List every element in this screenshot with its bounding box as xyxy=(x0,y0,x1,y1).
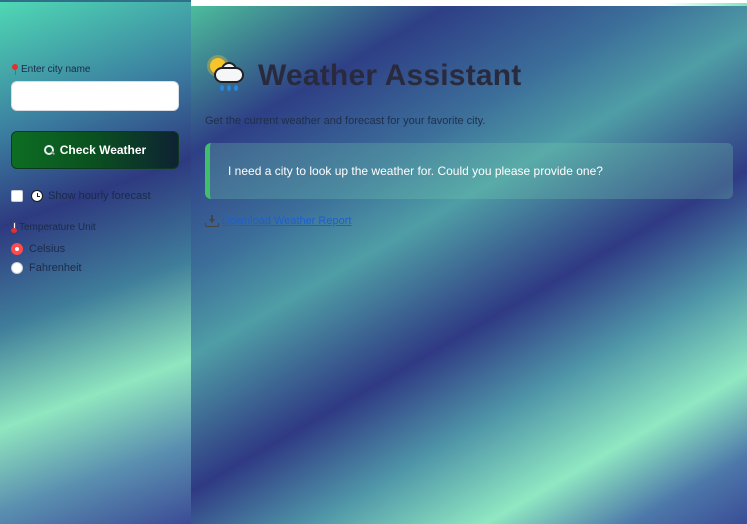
fahrenheit-label: Fahrenheit xyxy=(29,262,82,274)
check-weather-label: Check Weather xyxy=(59,143,147,157)
download-report-link[interactable]: Download Weather Report xyxy=(205,215,351,227)
hourly-forecast-checkbox[interactable] xyxy=(11,190,23,202)
top-strip xyxy=(191,3,747,6)
download-icon xyxy=(205,215,219,227)
clock-icon xyxy=(31,190,43,202)
app-window: Enter city name Check Weather Show hourl… xyxy=(0,0,747,524)
search-icon xyxy=(43,144,55,156)
page-title: Weather Assistant xyxy=(258,59,522,92)
unit-field-label: Temperature Unit xyxy=(11,222,96,233)
city-input[interactable] xyxy=(11,81,179,111)
thermometer-icon xyxy=(11,222,17,233)
unit-option-fahrenheit[interactable]: Fahrenheit xyxy=(11,262,82,274)
celsius-radio[interactable] xyxy=(11,243,23,255)
unit-label-text: Temperature Unit xyxy=(19,222,96,233)
hourly-forecast-row[interactable]: Show hourly forecast xyxy=(11,190,151,202)
hourly-forecast-label: Show hourly forecast xyxy=(48,190,151,202)
download-link-label: Download Weather Report xyxy=(222,215,352,227)
title-row: Weather Assistant xyxy=(208,56,521,96)
sidebar: Enter city name Check Weather Show hourl… xyxy=(0,0,191,524)
check-weather-button[interactable]: Check Weather xyxy=(11,131,179,169)
city-label-text: Enter city name xyxy=(21,64,91,75)
unit-option-celsius[interactable]: Celsius xyxy=(11,243,65,255)
pin-icon xyxy=(11,64,19,75)
fahrenheit-radio[interactable] xyxy=(11,262,23,274)
sun-behind-rain-cloud-icon xyxy=(208,56,248,96)
info-alert: I need a city to look up the weather for… xyxy=(205,143,733,199)
celsius-label: Celsius xyxy=(29,243,66,255)
city-field-label: Enter city name xyxy=(11,64,90,75)
page-subtitle: Get the current weather and forecast for… xyxy=(205,115,486,127)
alert-message: I need a city to look up the weather for… xyxy=(228,164,603,178)
main-content: Weather Assistant Get the current weathe… xyxy=(191,0,747,524)
